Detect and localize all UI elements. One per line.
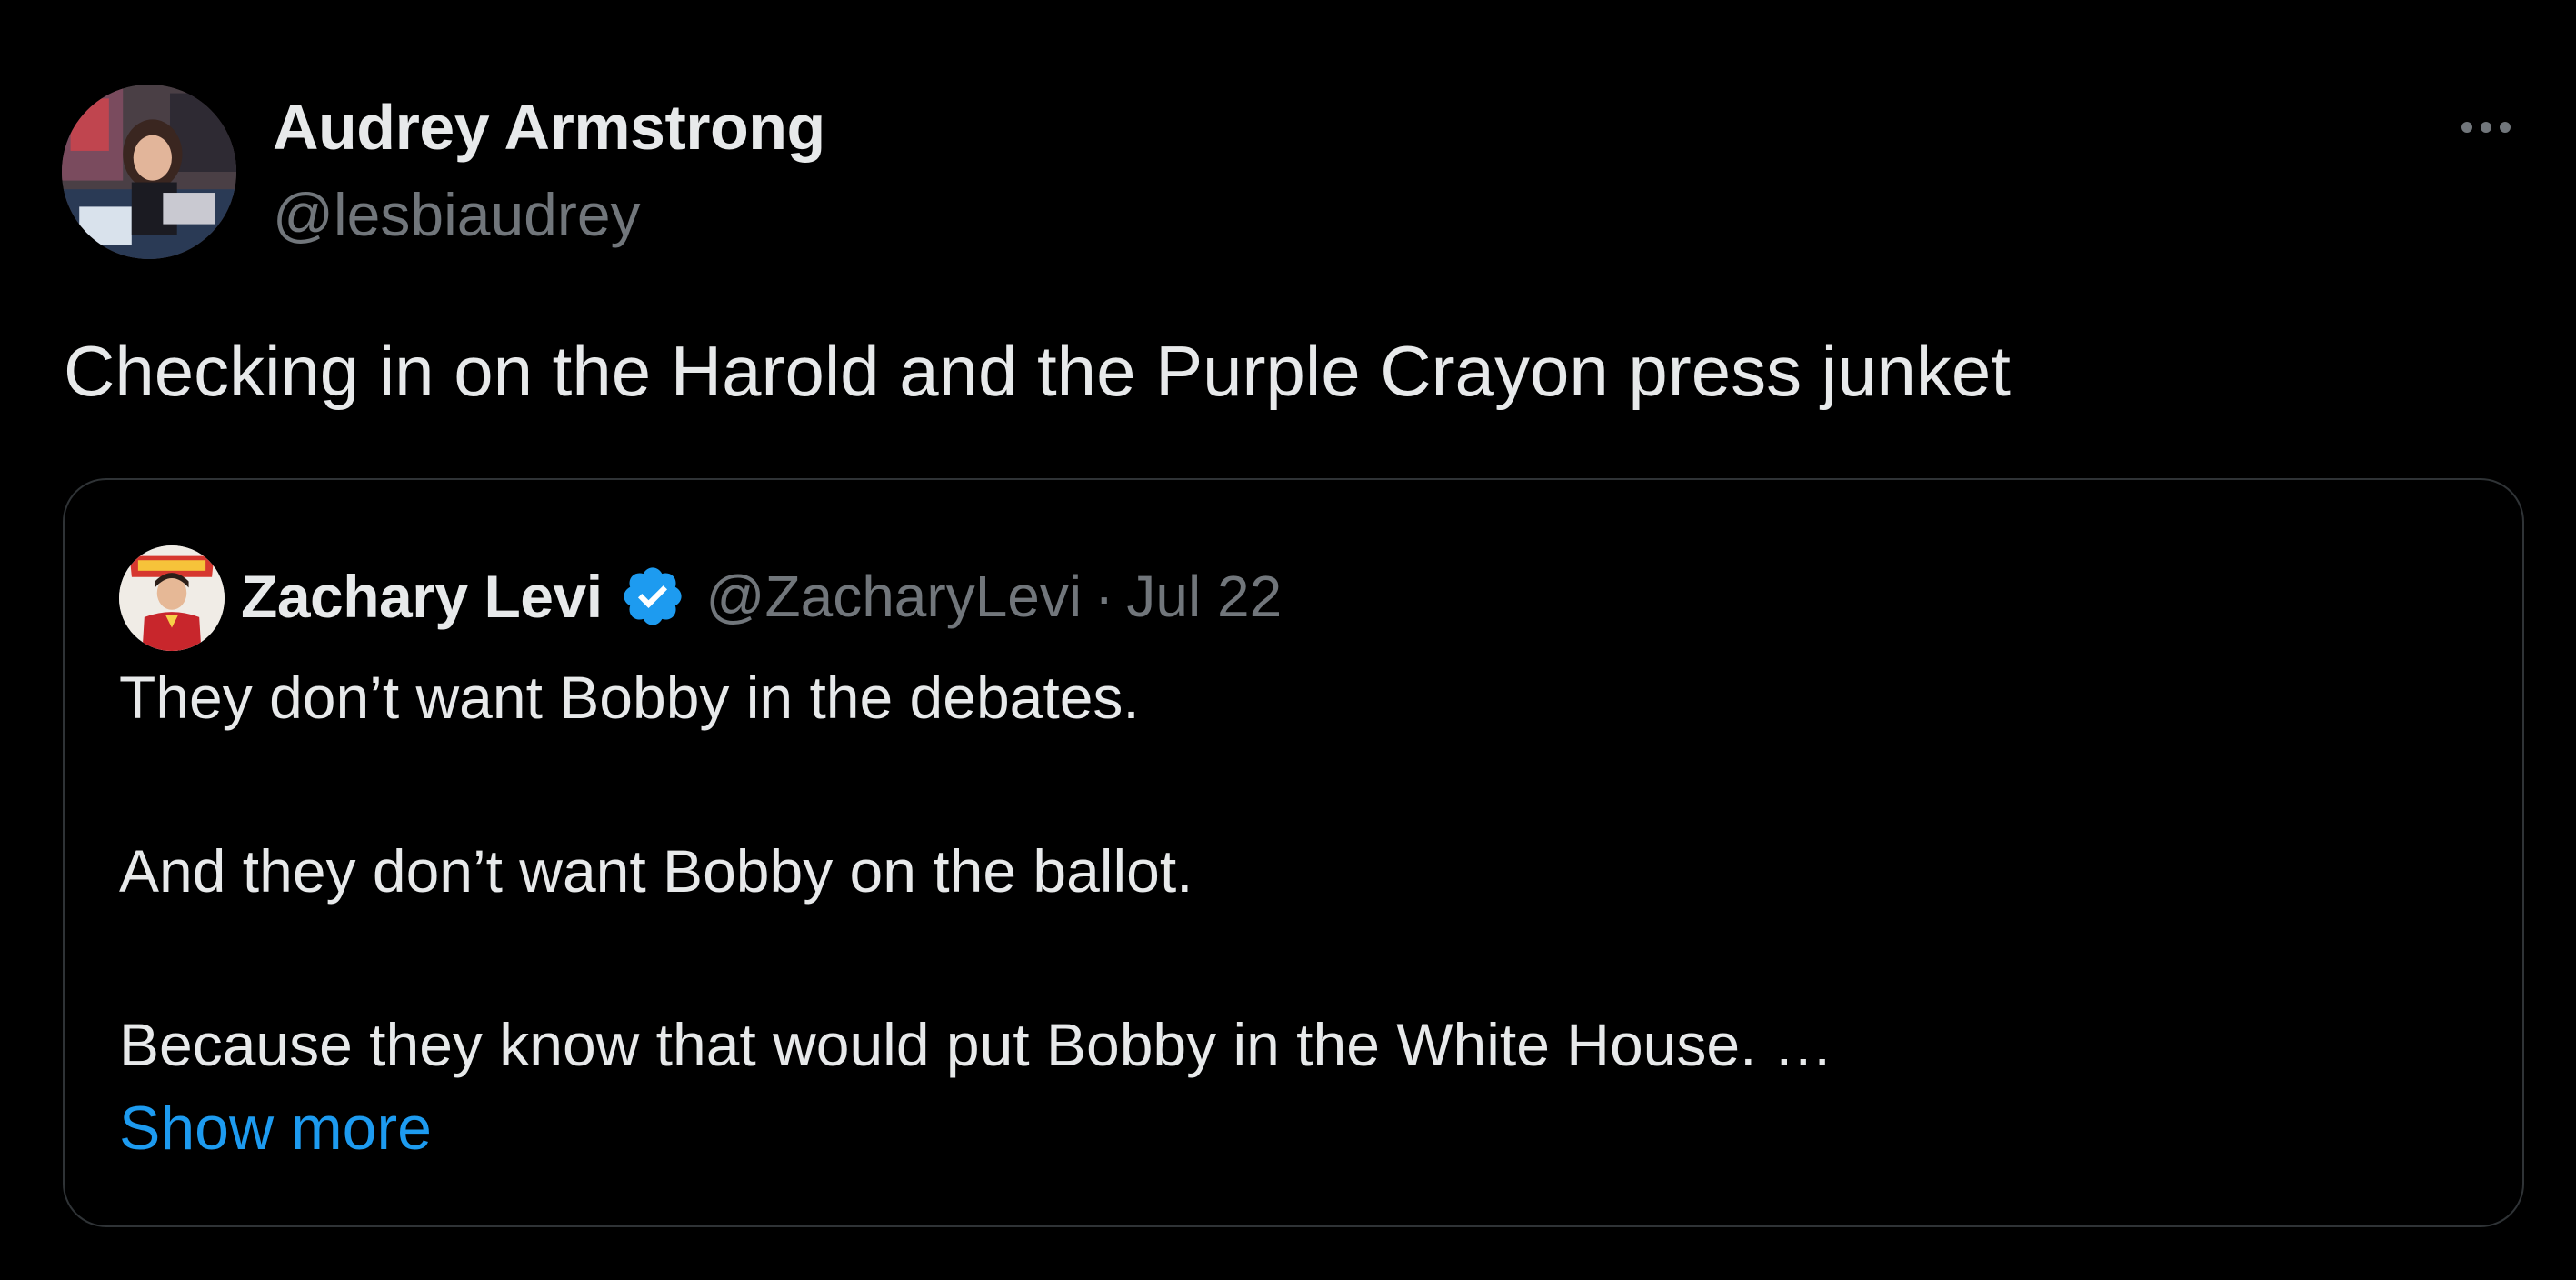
show-more-link[interactable]: Show more bbox=[119, 1089, 432, 1167]
quoted-author-name[interactable]: Zachary Levi bbox=[241, 562, 603, 631]
quoted-tweet-header: Zachary Levi @ZacharyLevi · Jul 22 bbox=[241, 551, 1282, 642]
author-name[interactable]: Audrey Armstrong bbox=[273, 91, 825, 164]
more-horizontal-icon bbox=[2500, 122, 2511, 133]
quoted-tweet-line: Because they know that would put Bobby i… bbox=[119, 1011, 1833, 1078]
author-handle[interactable]: @lesbiaudrey bbox=[273, 178, 641, 251]
quoted-tweet-line: They don’t want Bobby in the debates. bbox=[119, 664, 1140, 731]
header-separator: · bbox=[1094, 564, 1114, 629]
author-avatar[interactable] bbox=[62, 85, 236, 259]
tweet: Audrey Armstrong @lesbiaudrey Checking i… bbox=[0, 0, 2576, 1280]
more-horizontal-icon bbox=[2481, 122, 2491, 133]
quoted-author-avatar-image bbox=[119, 545, 225, 651]
quoted-author-handle[interactable]: @ZacharyLevi bbox=[706, 563, 1083, 630]
more-options-button[interactable] bbox=[2445, 102, 2527, 153]
verified-badge-icon[interactable] bbox=[619, 563, 686, 630]
more-horizontal-icon bbox=[2461, 122, 2472, 133]
quoted-tweet-date[interactable]: Jul 22 bbox=[1126, 563, 1282, 630]
tweet-text: Checking in on the Harold and the Purple… bbox=[64, 331, 2011, 411]
author-avatar-image bbox=[62, 85, 236, 259]
quoted-tweet-line: And they don’t want Bobby on the ballot. bbox=[119, 837, 1193, 905]
quoted-author-avatar[interactable] bbox=[119, 545, 225, 651]
quoted-tweet-card[interactable]: Zachary Levi @ZacharyLevi · Jul 22 They … bbox=[63, 478, 2524, 1227]
